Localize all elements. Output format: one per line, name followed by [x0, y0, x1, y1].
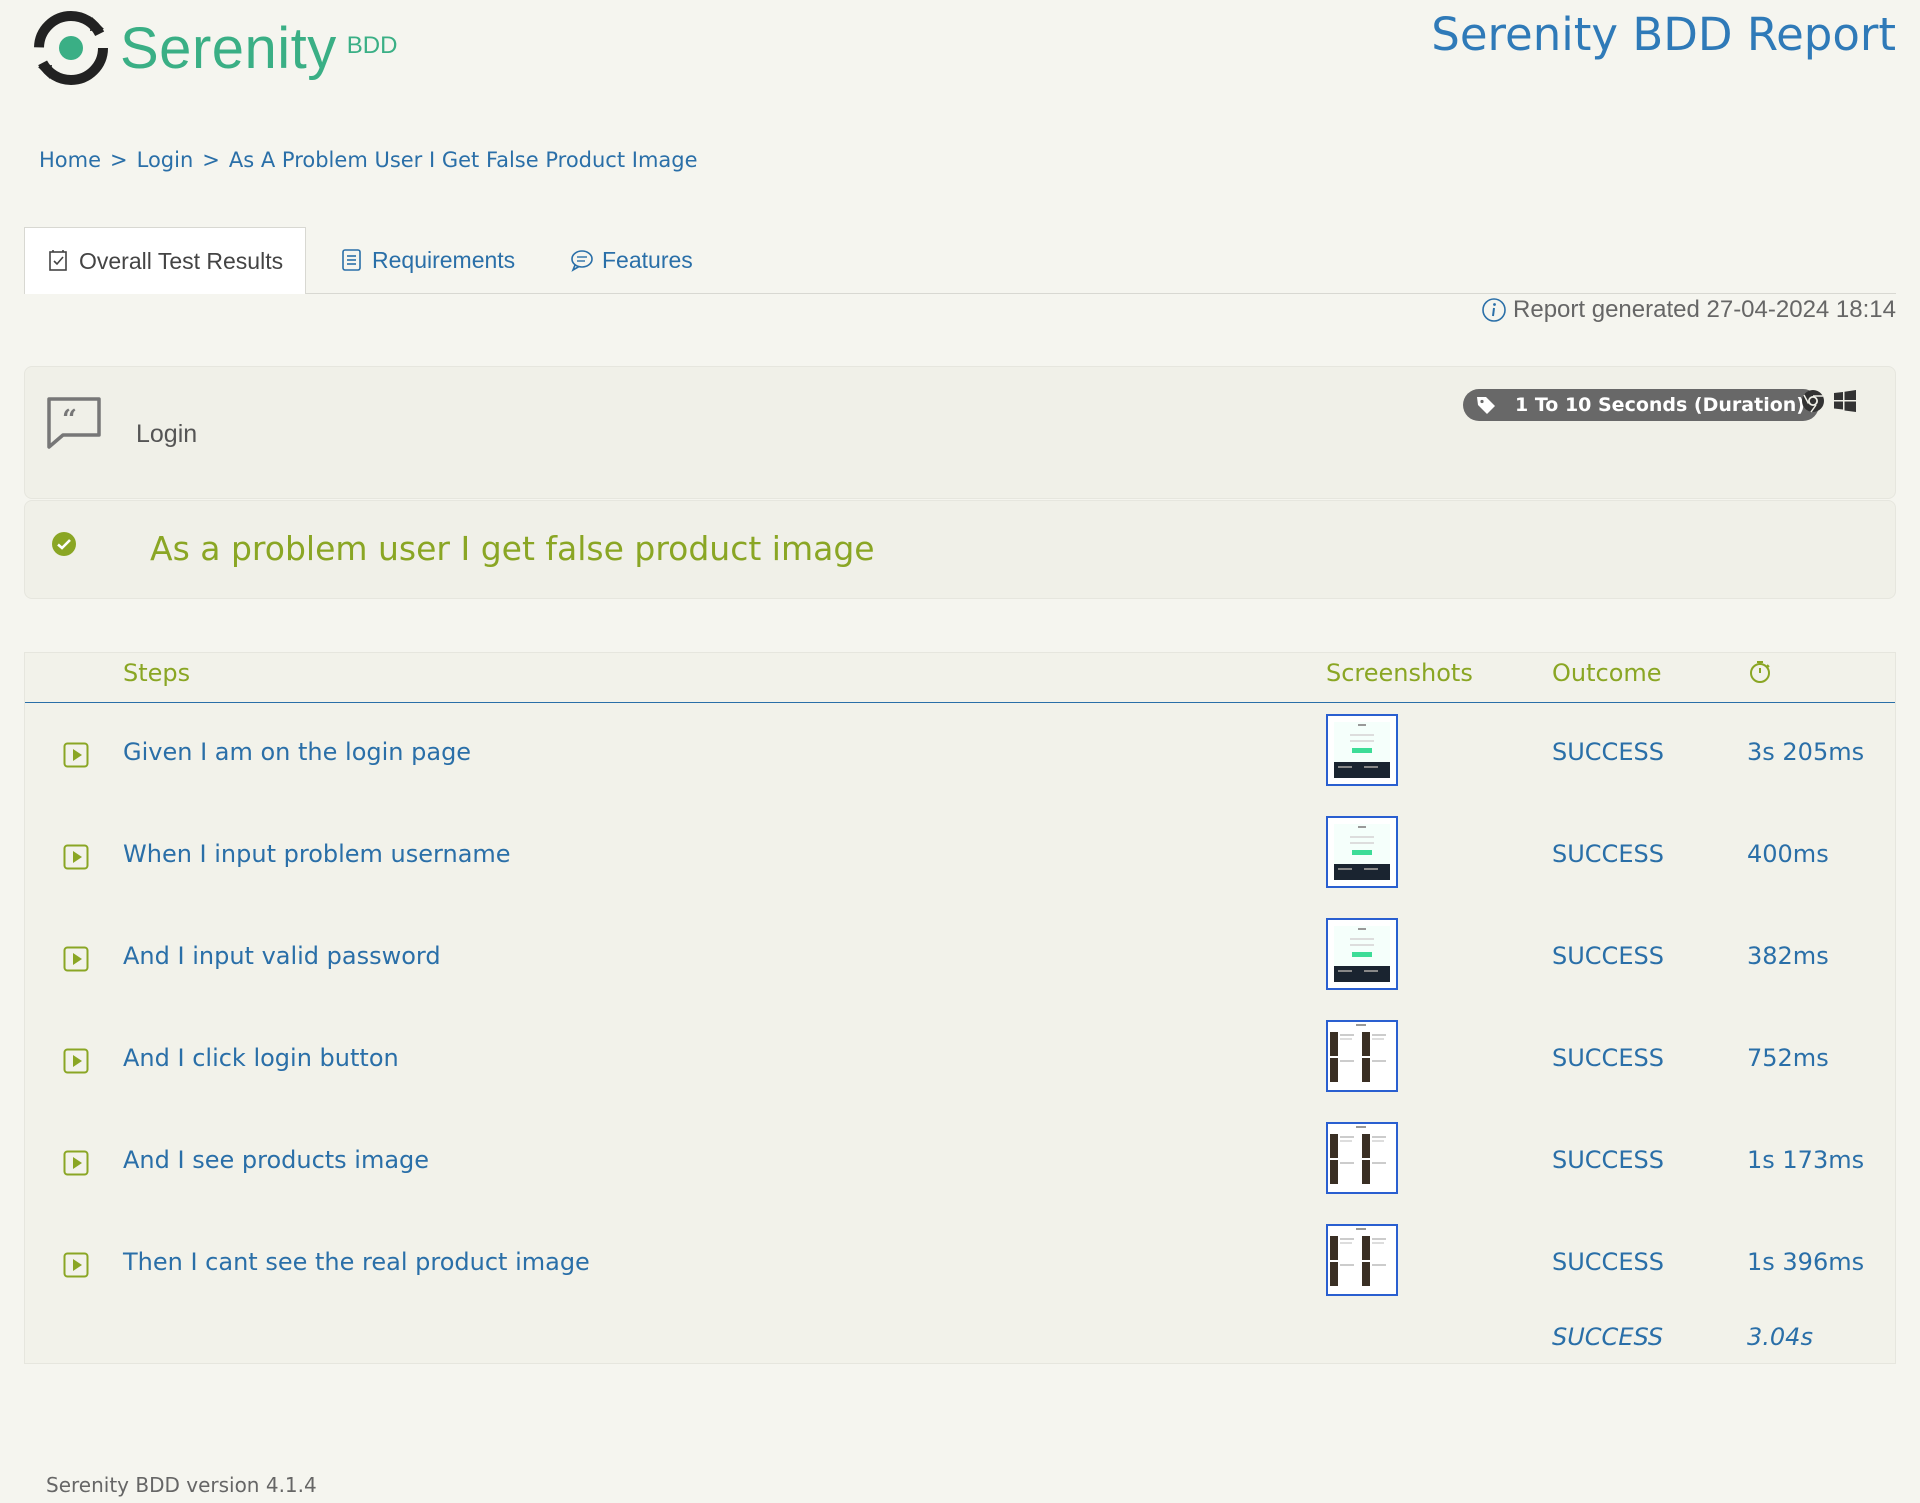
step-outcome: SUCCESS	[1552, 1146, 1664, 1174]
screenshot-thumbnail[interactable]	[1326, 714, 1398, 786]
chrome-icon	[1802, 390, 1824, 413]
screenshot-thumbnail[interactable]	[1326, 1020, 1398, 1092]
steps-table: Steps Screenshots Outcome Given I am on …	[24, 652, 1896, 1364]
tab-label: Features	[602, 246, 693, 273]
step-outcome: SUCCESS	[1552, 840, 1664, 868]
step-description[interactable]: And I click login button	[123, 1044, 399, 1072]
step-outcome: SUCCESS	[1552, 738, 1664, 766]
step-duration: 1s 396ms	[1747, 1248, 1865, 1276]
checklist-icon	[49, 250, 67, 271]
serenity-logo-icon	[34, 11, 108, 85]
expand-step-icon[interactable]	[63, 946, 89, 972]
tab-features[interactable]: Features	[570, 227, 693, 293]
expand-step-icon[interactable]	[63, 742, 89, 768]
table-row: When I input problem username SUCCESS 400m…	[25, 810, 1895, 910]
expand-step-icon[interactable]	[63, 1150, 89, 1176]
check-circle-icon	[52, 532, 76, 556]
breadcrumb-separator: >	[110, 148, 128, 172]
header-screenshots: Screenshots	[1326, 659, 1473, 687]
header-divider	[25, 702, 1895, 703]
step-outcome: SUCCESS	[1552, 1248, 1664, 1276]
step-description[interactable]: And I input valid password	[123, 942, 441, 970]
step-duration: 382ms	[1747, 942, 1829, 970]
duration-tag[interactable]: 1 To 10 Seconds (Duration)	[1463, 389, 1819, 421]
header-steps: Steps	[123, 659, 191, 687]
logo-suffix: BDD	[346, 32, 398, 59]
step-outcome: SUCCESS	[1552, 1044, 1664, 1072]
duration-tag-label: 1 To 10 Seconds (Duration)	[1515, 394, 1805, 416]
report-title: Serenity BDD Report	[1431, 8, 1896, 61]
step-duration: 400ms	[1747, 840, 1829, 868]
stopwatch-icon	[1750, 661, 1770, 683]
quote-bubble-icon: “	[47, 397, 101, 449]
table-row: Then I cant see the real product image SU…	[25, 1218, 1895, 1318]
step-description[interactable]: Then I cant see the real product image	[123, 1248, 590, 1276]
step-duration: 1s 173ms	[1747, 1146, 1865, 1174]
tab-requirements[interactable]: Requirements	[340, 227, 515, 293]
tab-label: Requirements	[372, 246, 516, 273]
report-generated-text: Report generated 27-04-2024 18:14	[1513, 296, 1896, 323]
logo-wordmark: Serenity	[120, 15, 337, 81]
breadcrumb: Home > Login > As A Problem User I Get False…	[39, 148, 698, 172]
chat-icon	[571, 250, 593, 272]
requirements-icon	[342, 249, 361, 271]
expand-step-icon[interactable]	[63, 844, 89, 870]
screenshot-thumbnail[interactable]	[1326, 918, 1398, 990]
breadcrumb-login[interactable]: Login	[137, 148, 194, 172]
report-tabs: Overall Test Results Requirements Featur…	[24, 227, 1896, 294]
serenity-logo[interactable]: Serenity BDD	[30, 6, 397, 90]
tag-icon	[1477, 397, 1495, 414]
table-row: And I input valid password SUCCESS 382ms	[25, 912, 1895, 1012]
tab-label: Overall Test Results	[79, 247, 284, 274]
scenario-panel: As a problem user I get false product im…	[24, 500, 1896, 599]
total-outcome: SUCCESS	[1552, 1323, 1664, 1351]
step-duration: 3s 205ms	[1747, 738, 1865, 766]
feature-panel: “ Login 1 To 10 Seconds (Duration)	[24, 366, 1896, 499]
step-outcome: SUCCESS	[1552, 942, 1664, 970]
footer-version: Serenity BDD version 4.1.4	[46, 1473, 317, 1497]
screenshot-thumbnail[interactable]	[1326, 816, 1398, 888]
step-description[interactable]: When I input problem username	[123, 840, 511, 868]
report-generated: Report generated 27-04-2024 18:14	[1481, 296, 1896, 324]
table-row: And I click login button SUCCESS 752ms	[25, 1014, 1895, 1114]
header-outcome: Outcome	[1552, 659, 1662, 687]
screenshot-thumbnail[interactable]	[1326, 1224, 1398, 1296]
screenshot-thumbnail[interactable]	[1326, 1122, 1398, 1194]
expand-step-icon[interactable]	[63, 1252, 89, 1278]
info-icon	[1482, 298, 1506, 322]
breadcrumb-home[interactable]: Home	[39, 148, 101, 172]
windows-icon	[1834, 390, 1856, 412]
breadcrumb-separator: >	[202, 148, 220, 172]
scenario-title: As a problem user I get false product im…	[150, 529, 875, 568]
step-description[interactable]: And I see products image	[123, 1146, 429, 1174]
table-row: And I see products image SUCCESS 1s 173ms	[25, 1116, 1895, 1216]
table-row: Given I am on the login page SUCCESS 3s 20…	[25, 708, 1895, 808]
step-duration: 752ms	[1747, 1044, 1829, 1072]
step-description[interactable]: Given I am on the login page	[123, 738, 471, 766]
tab-overall-test-results[interactable]: Overall Test Results	[24, 227, 307, 294]
total-duration: 3.04s	[1747, 1323, 1813, 1351]
breadcrumb-current[interactable]: As A Problem User I Get False Product Im…	[229, 148, 698, 172]
feature-name: Login	[136, 420, 198, 448]
svg-text:“: “	[62, 405, 77, 435]
expand-step-icon[interactable]	[63, 1048, 89, 1074]
